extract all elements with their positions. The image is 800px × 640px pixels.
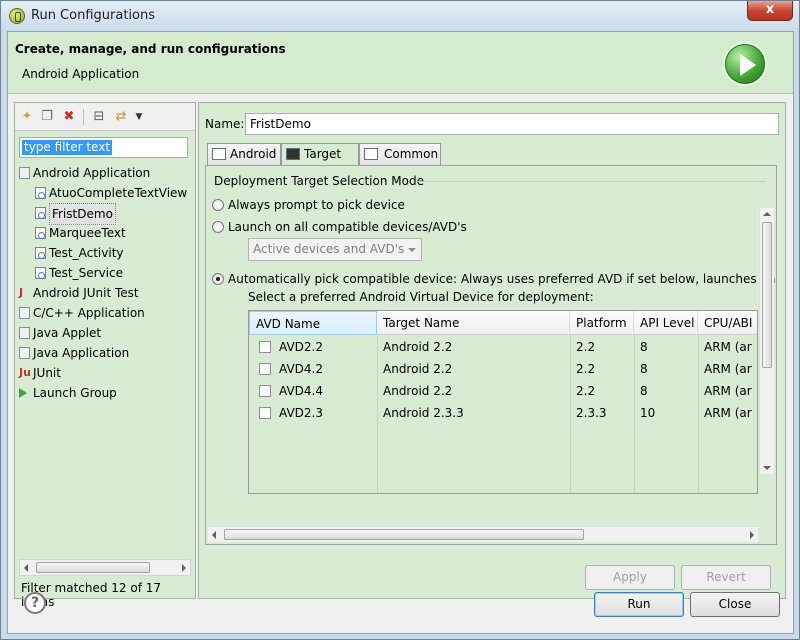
filter-status: Filter matched 12 of 17 items [21,581,162,609]
chevron-down-icon [408,248,416,252]
filter-icon[interactable]: ⇄ [113,109,129,125]
android-tab-icon [212,148,226,160]
android-app-icon [19,167,30,179]
revert-button[interactable]: Revert [681,565,771,590]
toolbar-divider [83,109,84,125]
table-row[interactable]: AVD2.3 Android 2.3.3 2.3.3 10 ARM (ar [249,402,757,424]
table-row[interactable]: AVD2.2 Android 2.2 2.2 8 ARM (ar [249,336,757,358]
scroll-up-icon[interactable] [763,212,771,216]
dialog-header: Create, manage, and run configurations A… [8,32,793,94]
tree-item-label: C/C++ Application [33,306,145,320]
tree-item-label: JUnit [33,366,61,380]
config-icon [35,187,46,199]
tab-common[interactable]: Common [359,143,441,165]
dropdown-icon[interactable]: ▼ [131,109,147,125]
scrollbar-thumb[interactable] [224,529,584,540]
collapse-all-icon[interactable]: ⊟ [91,109,107,125]
radio-button[interactable] [212,199,224,211]
table-row[interactable]: AVD4.4 Android 2.2 2.2 8 ARM (ar [249,380,757,402]
launch-group-icon [19,388,27,398]
left-toolbar: ✦ ❐ ✖ ⊟ ⇄ ▼ [15,103,195,131]
tree-item-label: Java Applet [33,326,102,340]
scroll-right-icon[interactable] [182,564,186,572]
column-cpu-abi[interactable]: CPU/ABI [698,311,757,335]
run-icon [725,44,765,84]
run-button[interactable]: Run [594,592,684,617]
avd-table: AVD Name Target Name Platform API Level … [248,310,758,494]
window-close-button[interactable]: x [747,1,793,21]
junit-icon: Ju [19,366,31,379]
delete-icon[interactable]: ✖ [61,109,77,125]
configuration-list-panel: ✦ ❐ ✖ ⊟ ⇄ ▼ type filter text Android App… [14,102,196,609]
scroll-down-icon[interactable] [763,466,771,470]
table-row[interactable]: AVD4.2 Android 2.2 2.2 8 ARM (ar [249,358,757,380]
window-title: Run Configurations [31,8,155,23]
group-divider [416,181,766,182]
target-tab-content: Deployment Target Selection Mode Always … [205,165,777,545]
tree-item-label: Launch Group [33,386,117,400]
header-subtitle: Android Application [22,67,140,81]
config-icon [35,267,46,279]
radio-button[interactable] [212,221,224,233]
run-configurations-window: Run Configurations x Create, manage, and… [0,0,800,640]
tree-item-label: MarqueeText [49,226,126,240]
duplicate-icon[interactable]: ❐ [39,109,55,125]
common-tab-icon [364,148,378,160]
column-api-level[interactable]: API Level [634,311,698,335]
scrollbar-thumb[interactable] [762,222,772,368]
scrollbar-thumb[interactable] [36,562,150,573]
table-header: AVD Name Target Name Platform API Level … [249,311,757,335]
tree-horizontal-scrollbar[interactable] [19,559,191,576]
applet-icon [19,327,30,339]
title-bar[interactable]: Run Configurations x [1,1,799,31]
java-app-icon [19,347,30,359]
apply-button[interactable]: Apply [585,565,675,590]
target-tab-icon [286,148,300,160]
tree-item-label: Test_Activity [49,246,124,260]
name-label: Name: [205,117,245,131]
tree-item-label: Test_Service [49,266,123,280]
scroll-right-icon[interactable] [750,531,754,539]
scroll-left-icon[interactable] [24,564,28,572]
cpp-app-icon [19,307,30,319]
scroll-left-icon[interactable] [212,531,216,539]
config-icon [35,207,46,219]
target-horizontal-scrollbar[interactable] [208,526,758,542]
tree-item-label: AtuoCompleteTextView [49,186,188,200]
name-input[interactable]: FristDemo [245,113,779,135]
select-avd-label: Select a preferred Android Virtual Devic… [248,290,594,304]
column-platform[interactable]: Platform [570,311,634,335]
tab-target[interactable]: Target [281,143,359,166]
tree-item-label: Android Application [33,166,151,180]
target-vertical-scrollbar[interactable] [759,208,774,474]
configuration-tree: Android Application AtuoCompleteTextView… [15,163,195,558]
new-config-icon[interactable]: ✦ [19,109,35,125]
configuration-editor-panel: Name: FristDemo Android Target Common De… [198,102,786,599]
close-button[interactable]: Close [690,592,780,617]
config-icon [35,227,46,239]
config-icon [35,247,46,259]
junit-android-icon: J [19,286,24,299]
tree-item-label: Android JUnit Test [33,286,139,300]
filter-text: type filter text [22,140,113,155]
eclipse-icon [9,8,25,24]
column-target-name[interactable]: Target Name [377,311,570,335]
tab-android[interactable]: Android [207,143,281,165]
tree-item-label: Java Application [33,346,130,360]
radio-button[interactable] [212,273,224,285]
device-combo[interactable]: Active devices and AVD's [248,238,422,261]
tree-item-label: FristDemo [49,203,116,225]
filter-input[interactable]: type filter text [19,137,188,158]
group-title: Deployment Target Selection Mode [214,174,424,188]
dialog-client-area: Create, manage, and run configurations A… [7,31,794,634]
header-title: Create, manage, and run configurations [15,42,286,56]
help-icon[interactable]: ? [24,592,46,614]
column-avd-name[interactable]: AVD Name [249,311,377,335]
